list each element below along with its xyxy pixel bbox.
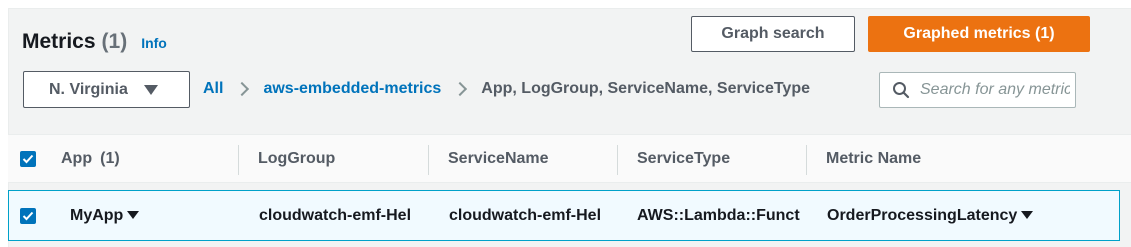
cell-app-value: MyApp <box>70 206 124 224</box>
column-divider[interactable] <box>806 145 807 175</box>
cell-metric-name[interactable]: OrderProcessingLatency <box>827 191 1034 240</box>
select-all-cell <box>20 135 36 182</box>
breadcrumb-dimensions: App, LogGroup, ServiceName, ServiceType <box>481 80 810 97</box>
cell-servicename: cloudwatch-emf-Hel <box>449 206 602 224</box>
cell-app[interactable]: MyApp <box>70 191 140 240</box>
graph-search-button[interactable]: Graph search <box>691 16 855 52</box>
chevron-right-icon <box>453 81 468 97</box>
table-row[interactable]: MyApp cloudwatch-emf-Hel cloudwatch-emf-… <box>8 190 1120 241</box>
select-all-checkbox[interactable] <box>20 150 36 167</box>
caret-down-icon <box>143 84 158 95</box>
page-title: Metrics <box>22 30 96 53</box>
row-checkbox[interactable] <box>20 207 36 224</box>
cell-servicetype: AWS::Lambda::Funct <box>637 206 800 224</box>
column-divider[interactable] <box>428 145 429 175</box>
breadcrumb: All aws-embedded-metrics App, LogGroup, … <box>203 80 810 98</box>
column-header-app[interactable]: App (1) <box>61 135 120 182</box>
column-header-app-label: App <box>61 149 93 167</box>
table-header: App (1) LogGroup ServiceName ServiceType… <box>8 134 1131 183</box>
column-header-metric-name[interactable]: Metric Name <box>826 135 921 182</box>
region-label: N. Virginia <box>49 80 128 98</box>
info-link[interactable]: Info <box>141 35 167 51</box>
graphed-metrics-button[interactable]: Graphed metrics (1) <box>868 16 1090 52</box>
chevron-right-icon <box>235 81 250 97</box>
page-header: Metrics (1) Info <box>22 30 167 54</box>
region-dropdown[interactable]: N. Virginia <box>23 71 190 108</box>
column-header-servicename[interactable]: ServiceName <box>448 135 549 182</box>
cell-loggroup: cloudwatch-emf-Hel <box>259 206 412 224</box>
cell-metric-name-value: OrderProcessingLatency <box>827 206 1018 224</box>
metric-search-input[interactable] <box>920 81 1070 99</box>
row-select-cell <box>20 191 36 240</box>
search-icon <box>893 82 910 99</box>
metric-search-box[interactable] <box>879 72 1076 108</box>
caret-down-icon[interactable] <box>127 210 140 219</box>
column-header-app-count: (1) <box>100 149 120 167</box>
metrics-count: (1) <box>101 30 128 53</box>
checkmark-icon <box>22 211 34 220</box>
breadcrumb-namespace[interactable]: aws-embedded-metrics <box>263 80 441 98</box>
column-divider[interactable] <box>238 145 239 175</box>
checkmark-icon <box>22 154 34 163</box>
column-header-loggroup[interactable]: LogGroup <box>258 135 335 182</box>
breadcrumb-all[interactable]: All <box>203 80 223 98</box>
column-header-servicetype[interactable]: ServiceType <box>637 135 730 182</box>
caret-down-icon[interactable] <box>1021 210 1034 219</box>
column-divider[interactable] <box>617 145 618 175</box>
